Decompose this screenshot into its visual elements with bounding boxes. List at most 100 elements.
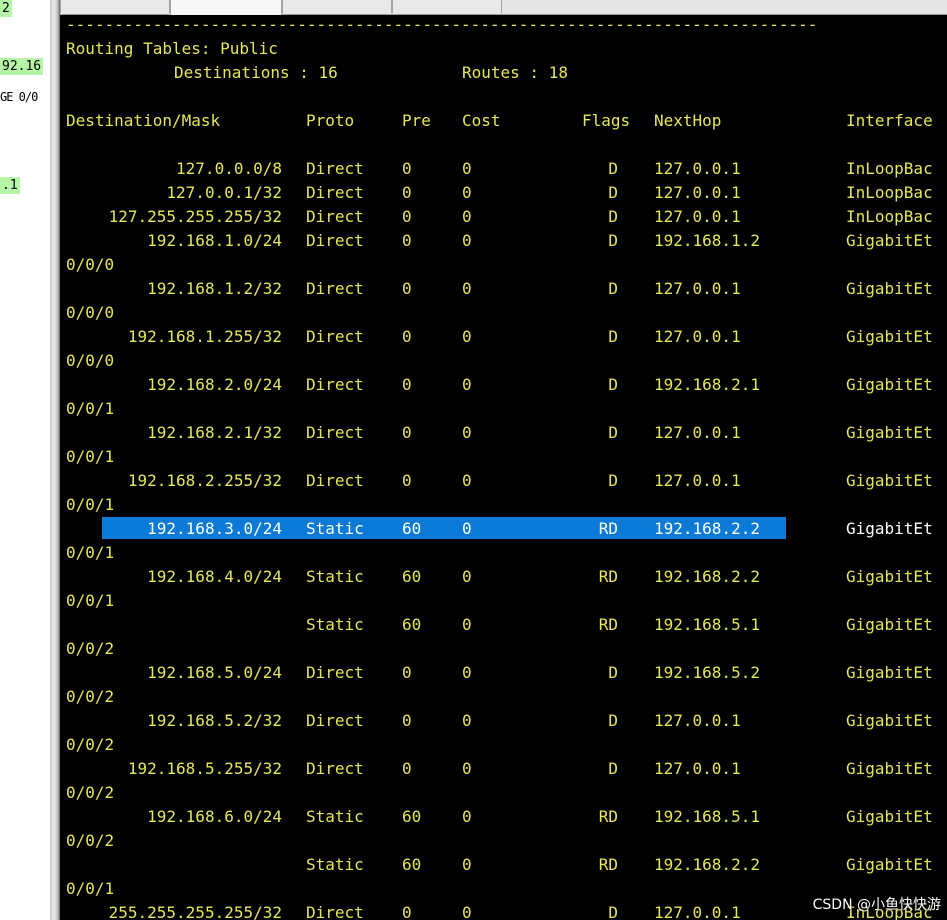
route-nexthop: 192.168.2.2 bbox=[654, 567, 760, 586]
route-interface-continuation: 0/0/2 bbox=[66, 783, 115, 802]
route-pre: 0 bbox=[402, 903, 412, 920]
route-interface-continuation: 0/0/1 bbox=[66, 591, 115, 610]
tab-active[interactable] bbox=[170, 0, 282, 15]
route-proto: Static bbox=[306, 615, 364, 634]
route-cost: 0 bbox=[462, 759, 472, 778]
route-flags: D bbox=[608, 711, 618, 730]
topology-label[interactable]: .1 bbox=[0, 177, 20, 194]
route-interface: GigabitEt bbox=[846, 423, 933, 442]
tab[interactable] bbox=[392, 0, 502, 13]
route-proto: Direct bbox=[306, 159, 364, 178]
route-interface: GigabitEt bbox=[846, 855, 933, 874]
route-interface: InLoopBac bbox=[846, 183, 933, 202]
interface-label: GE 0/0 bbox=[0, 90, 38, 104]
route-interface: GigabitEt bbox=[846, 375, 933, 394]
route-flags: D bbox=[608, 159, 618, 178]
routing-table-title: Routing Tables: Public bbox=[66, 39, 278, 58]
route-pre: 0 bbox=[402, 327, 412, 346]
route-nexthop: 127.0.0.1 bbox=[654, 759, 741, 778]
route-nexthop: 192.168.2.1 bbox=[654, 375, 760, 394]
route-proto: Static bbox=[306, 855, 364, 874]
route-nexthop: 127.0.0.1 bbox=[654, 183, 741, 202]
route-interface-continuation: 0/0/0 bbox=[66, 303, 115, 322]
route-interface: GigabitEt bbox=[846, 279, 933, 298]
route-proto: Direct bbox=[306, 759, 364, 778]
window-border bbox=[50, 0, 60, 920]
route-interface: GigabitEt bbox=[846, 807, 933, 826]
route-pre: 60 bbox=[402, 567, 422, 586]
route-interface-continuation: 0/0/1 bbox=[66, 879, 115, 898]
tab[interactable] bbox=[282, 0, 392, 13]
route-destination: 192.168.2.1/32 bbox=[147, 423, 282, 442]
route-flags: RD bbox=[598, 519, 618, 538]
route-nexthop: 127.0.0.1 bbox=[654, 711, 741, 730]
route-interface: GigabitEt bbox=[846, 519, 933, 538]
topology-canvas[interactable]: 2 92.16 GE 0/0 .1 bbox=[0, 0, 50, 920]
route-pre: 60 bbox=[402, 615, 422, 634]
tab-bar bbox=[60, 0, 947, 15]
route-pre: 0 bbox=[402, 471, 412, 490]
route-nexthop: 127.0.0.1 bbox=[654, 159, 741, 178]
route-destination: 192.168.3.0/24 bbox=[147, 519, 282, 538]
header-interface: Interface bbox=[846, 111, 933, 130]
route-flags: D bbox=[608, 375, 618, 394]
route-cost: 0 bbox=[462, 855, 472, 874]
watermark: CSDN @小鱼快快游 bbox=[812, 897, 941, 913]
route-cost: 0 bbox=[462, 231, 472, 250]
route-proto: Direct bbox=[306, 279, 364, 298]
tab[interactable] bbox=[60, 0, 170, 13]
route-destination: 192.168.2.255/32 bbox=[127, 471, 282, 490]
route-destination: 192.168.1.255/32 bbox=[127, 327, 282, 346]
terminal-console[interactable]: ----------------------------------------… bbox=[60, 15, 947, 920]
route-cost: 0 bbox=[462, 327, 472, 346]
separator-line: ----------------------------------------… bbox=[66, 15, 818, 34]
route-nexthop: 192.168.5.1 bbox=[654, 807, 760, 826]
header-proto: Proto bbox=[306, 111, 355, 130]
route-cost: 0 bbox=[462, 903, 472, 920]
route-cost: 0 bbox=[462, 711, 472, 730]
route-nexthop: 127.0.0.1 bbox=[654, 327, 741, 346]
route-proto: Direct bbox=[306, 711, 364, 730]
route-pre: 0 bbox=[402, 231, 412, 250]
route-pre: 0 bbox=[402, 711, 412, 730]
route-flags: D bbox=[608, 903, 618, 920]
route-pre: 0 bbox=[402, 663, 412, 682]
header-flags: Flags bbox=[582, 111, 631, 130]
route-pre: 60 bbox=[402, 807, 422, 826]
route-interface-continuation: 0/0/1 bbox=[66, 495, 115, 514]
route-cost: 0 bbox=[462, 567, 472, 586]
topology-label[interactable]: 2 bbox=[0, 0, 12, 17]
route-proto: Direct bbox=[306, 375, 364, 394]
destinations-count: Destinations : 16 bbox=[174, 63, 338, 82]
route-flags: D bbox=[608, 327, 618, 346]
route-nexthop: 192.168.2.2 bbox=[654, 519, 760, 538]
route-interface-continuation: 0/0/2 bbox=[66, 831, 115, 850]
route-proto: Direct bbox=[306, 183, 364, 202]
route-nexthop: 192.168.1.2 bbox=[654, 231, 760, 250]
route-proto: Direct bbox=[306, 903, 364, 920]
route-flags: D bbox=[608, 183, 618, 202]
topology-label[interactable]: 92.16 bbox=[0, 58, 44, 75]
route-flags: D bbox=[608, 471, 618, 490]
route-nexthop: 127.0.0.1 bbox=[654, 207, 741, 226]
route-destination: 127.255.255.255/32 bbox=[108, 207, 282, 226]
route-interface-continuation: 0/0/2 bbox=[66, 639, 115, 658]
route-interface: GigabitEt bbox=[846, 615, 933, 634]
header-nexthop: NextHop bbox=[654, 111, 722, 130]
route-pre: 0 bbox=[402, 423, 412, 442]
route-interface-continuation: 0/0/2 bbox=[66, 735, 115, 754]
route-proto: Direct bbox=[306, 663, 364, 682]
route-flags: RD bbox=[598, 855, 618, 874]
route-cost: 0 bbox=[462, 615, 472, 634]
route-interface-continuation: 0/0/1 bbox=[66, 543, 115, 562]
route-interface: InLoopBac bbox=[846, 159, 933, 178]
route-interface: InLoopBac bbox=[846, 207, 933, 226]
route-proto: Static bbox=[306, 807, 364, 826]
route-proto: Direct bbox=[306, 471, 364, 490]
route-interface-continuation: 0/0/1 bbox=[66, 447, 115, 466]
route-destination: 192.168.6.0/24 bbox=[147, 807, 282, 826]
route-flags: RD bbox=[598, 567, 618, 586]
route-proto: Direct bbox=[306, 327, 364, 346]
route-interface: GigabitEt bbox=[846, 759, 933, 778]
route-cost: 0 bbox=[462, 519, 472, 538]
